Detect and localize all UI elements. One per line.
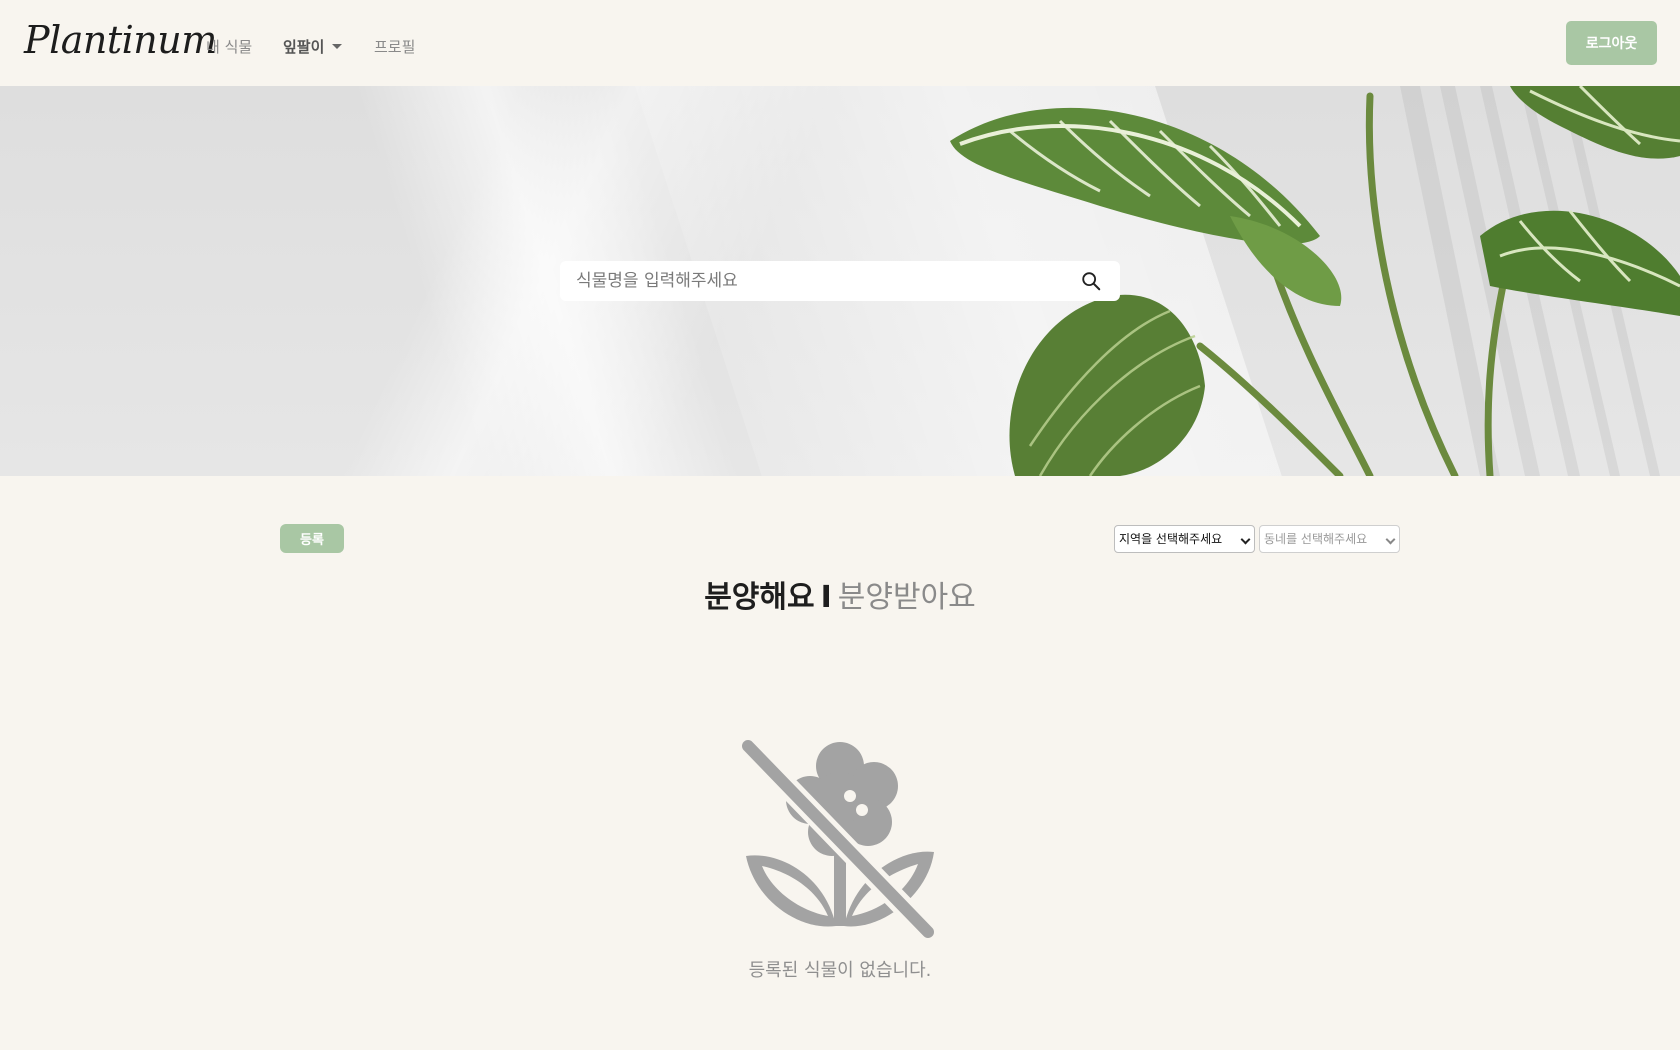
chevron-down-icon (1385, 534, 1396, 545)
caret-down-icon (332, 44, 343, 49)
nav-link-my-plants[interactable]: 내 식물 (206, 36, 252, 57)
trade-tabs: 분양해요 I 분양받아요 (0, 572, 1680, 616)
register-button[interactable]: 등록 (280, 524, 344, 553)
chevron-down-icon (1240, 534, 1251, 545)
brand-logo[interactable]: Plantinum (24, 18, 217, 62)
tab-receive[interactable]: 분양받아요 (838, 580, 976, 615)
empty-state-message: 등록된 식물이 없습니다. (748, 960, 932, 981)
logout-button[interactable]: 로그아웃 (1566, 21, 1657, 65)
search-bar (560, 261, 1120, 301)
tab-separator: I (820, 580, 832, 615)
nav-link-profile[interactable]: 프로필 (374, 36, 415, 57)
hero-banner (0, 86, 1680, 476)
nav-dropdown-trade[interactable]: 잎팔이 (283, 36, 343, 57)
region-select-value: 지역을 선택해주세요 (1119, 532, 1223, 546)
search-icon[interactable] (1080, 270, 1102, 292)
navbar: Plantinum 내 식물 잎팔이 프로필 로그아웃 (0, 0, 1680, 86)
nav-dropdown-trade-label: 잎팔이 (283, 38, 325, 56)
search-input[interactable] (560, 261, 1060, 301)
no-flower-icon (740, 735, 939, 938)
region-select[interactable]: 지역을 선택해주세요 (1114, 525, 1255, 553)
town-select[interactable]: 동네를 선택해주세요 (1259, 525, 1400, 553)
town-select-value: 동네를 선택해주세요 (1264, 532, 1368, 546)
tab-give[interactable]: 분양해요 (704, 580, 814, 615)
